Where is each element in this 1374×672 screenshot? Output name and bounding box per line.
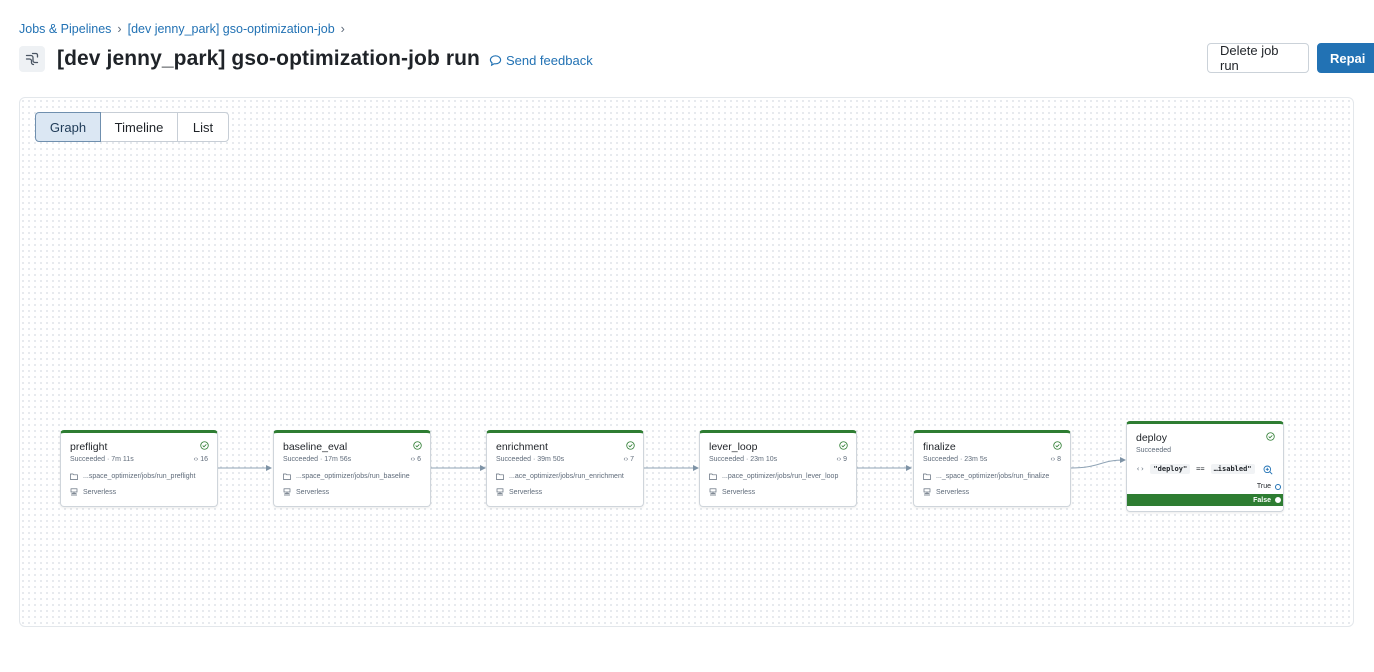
task-status: Succeeded · 39m 50s xyxy=(496,456,565,463)
task-status: Succeeded · 23m 5s xyxy=(923,456,988,463)
delete-job-run-button[interactable]: Delete job run xyxy=(1207,43,1309,73)
task-name: deploy xyxy=(1136,432,1167,444)
condition-operator: == xyxy=(1196,465,1205,473)
breadcrumb-separator: › xyxy=(340,22,345,36)
folder-icon xyxy=(283,473,291,480)
task-status: Succeeded xyxy=(1136,447,1172,454)
condition-false-branch[interactable]: False xyxy=(1127,494,1283,506)
task-compute: Serverless xyxy=(709,488,755,496)
task-name: lever_loop xyxy=(709,441,758,453)
dependency-edges xyxy=(218,457,1126,471)
breadcrumb: Jobs & Pipelines › [dev jenny_park] gso-… xyxy=(19,22,345,36)
task-compute: Serverless xyxy=(496,488,542,496)
condition-right-operand: …isabled" xyxy=(1210,464,1255,474)
breadcrumb-jobs-pipelines[interactable]: Jobs & Pipelines xyxy=(19,22,111,36)
task-name: preflight xyxy=(70,441,108,453)
task-node-finalize[interactable]: finalize Succeeded · 23m 5s ‹› 8 ..._spa… xyxy=(913,430,1071,507)
task-notebook-path: ..._space_optimizer/jobs/run_finalize xyxy=(923,473,1049,480)
compute-icon xyxy=(923,488,931,496)
check-circle-icon xyxy=(1266,432,1275,441)
task-name: baseline_eval xyxy=(283,441,348,453)
task-node-baseline-eval[interactable]: baseline_eval Succeeded · 17m 56s ‹› 6 .… xyxy=(273,430,431,507)
task-code-count: ‹› 7 xyxy=(623,456,634,463)
edge-finalize-deploy xyxy=(1070,457,1126,469)
task-compute: Serverless xyxy=(923,488,969,496)
task-status: Succeeded · 23m 10s xyxy=(709,456,778,463)
true-port-icon xyxy=(1275,483,1281,490)
task-compute: Serverless xyxy=(70,488,116,496)
condition-left-operand: "deploy" xyxy=(1150,464,1191,474)
condition-expression: ‹› "deploy" == …isabled" xyxy=(1136,464,1255,474)
task-notebook-path: ...ace_optimizer/jobs/run_enrichment xyxy=(496,473,624,480)
breadcrumb-separator: › xyxy=(117,22,122,36)
check-circle-icon xyxy=(839,441,848,450)
task-name: enrichment xyxy=(496,441,548,453)
code-icon: ‹› xyxy=(1136,465,1145,473)
task-notebook-path: ...pace_optimizer/jobs/run_lever_loop xyxy=(709,473,838,480)
zoom-in-icon[interactable] xyxy=(1263,465,1273,475)
job-run-icon xyxy=(19,46,45,72)
folder-icon xyxy=(496,473,504,480)
task-node-preflight[interactable]: preflight Succeeded · 7m 11s ‹› 16 ...sp… xyxy=(60,430,218,507)
task-code-count: ‹› 6 xyxy=(410,456,421,463)
task-notebook-path: ...space_optimizer/jobs/run_baseline xyxy=(283,473,410,480)
check-circle-icon xyxy=(626,441,635,450)
repair-run-button[interactable]: Repai xyxy=(1317,43,1374,73)
page-title: [dev jenny_park] gso-optimization-job ru… xyxy=(57,47,480,70)
compute-icon xyxy=(709,488,717,496)
check-circle-icon xyxy=(200,441,209,450)
send-feedback-label: Send feedback xyxy=(505,53,593,68)
title-row: [dev jenny_park] gso-optimization-job ru… xyxy=(19,46,593,72)
condition-true-branch[interactable]: True xyxy=(1257,483,1281,490)
task-node-deploy[interactable]: deploy Succeeded ‹› "deploy" == …isabled… xyxy=(1126,421,1284,512)
folder-icon xyxy=(70,473,78,480)
task-compute: Serverless xyxy=(283,488,329,496)
false-port-icon xyxy=(1275,497,1281,503)
task-code-count: ‹› 8 xyxy=(1050,456,1061,463)
folder-icon xyxy=(923,473,931,480)
tab-graph[interactable]: Graph xyxy=(35,112,101,142)
task-status: Succeeded · 7m 11s xyxy=(70,456,134,463)
task-node-enrichment[interactable]: enrichment Succeeded · 39m 50s ‹› 7 ...a… xyxy=(486,430,644,507)
task-code-count: ‹› 9 xyxy=(836,456,847,463)
graph-canvas[interactable]: Graph Timeline List preflight Succeeded … xyxy=(19,97,1354,627)
compute-icon xyxy=(283,488,291,496)
task-node-lever-loop[interactable]: lever_loop Succeeded · 23m 10s ‹› 9 ...p… xyxy=(699,430,857,507)
task-status: Succeeded · 17m 56s xyxy=(283,456,352,463)
task-code-count: ‹› 16 xyxy=(193,456,208,463)
breadcrumb-job[interactable]: [dev jenny_park] gso-optimization-job xyxy=(128,22,335,36)
task-name: finalize xyxy=(923,441,956,453)
check-circle-icon xyxy=(413,441,422,450)
compute-icon xyxy=(70,488,78,496)
send-feedback-link[interactable]: Send feedback xyxy=(489,53,593,68)
compute-icon xyxy=(496,488,504,496)
folder-icon xyxy=(709,473,717,480)
task-notebook-path: ...space_optimizer/jobs/run_preflight xyxy=(70,473,195,480)
check-circle-icon xyxy=(1053,441,1062,450)
chat-bubble-icon xyxy=(489,55,502,67)
